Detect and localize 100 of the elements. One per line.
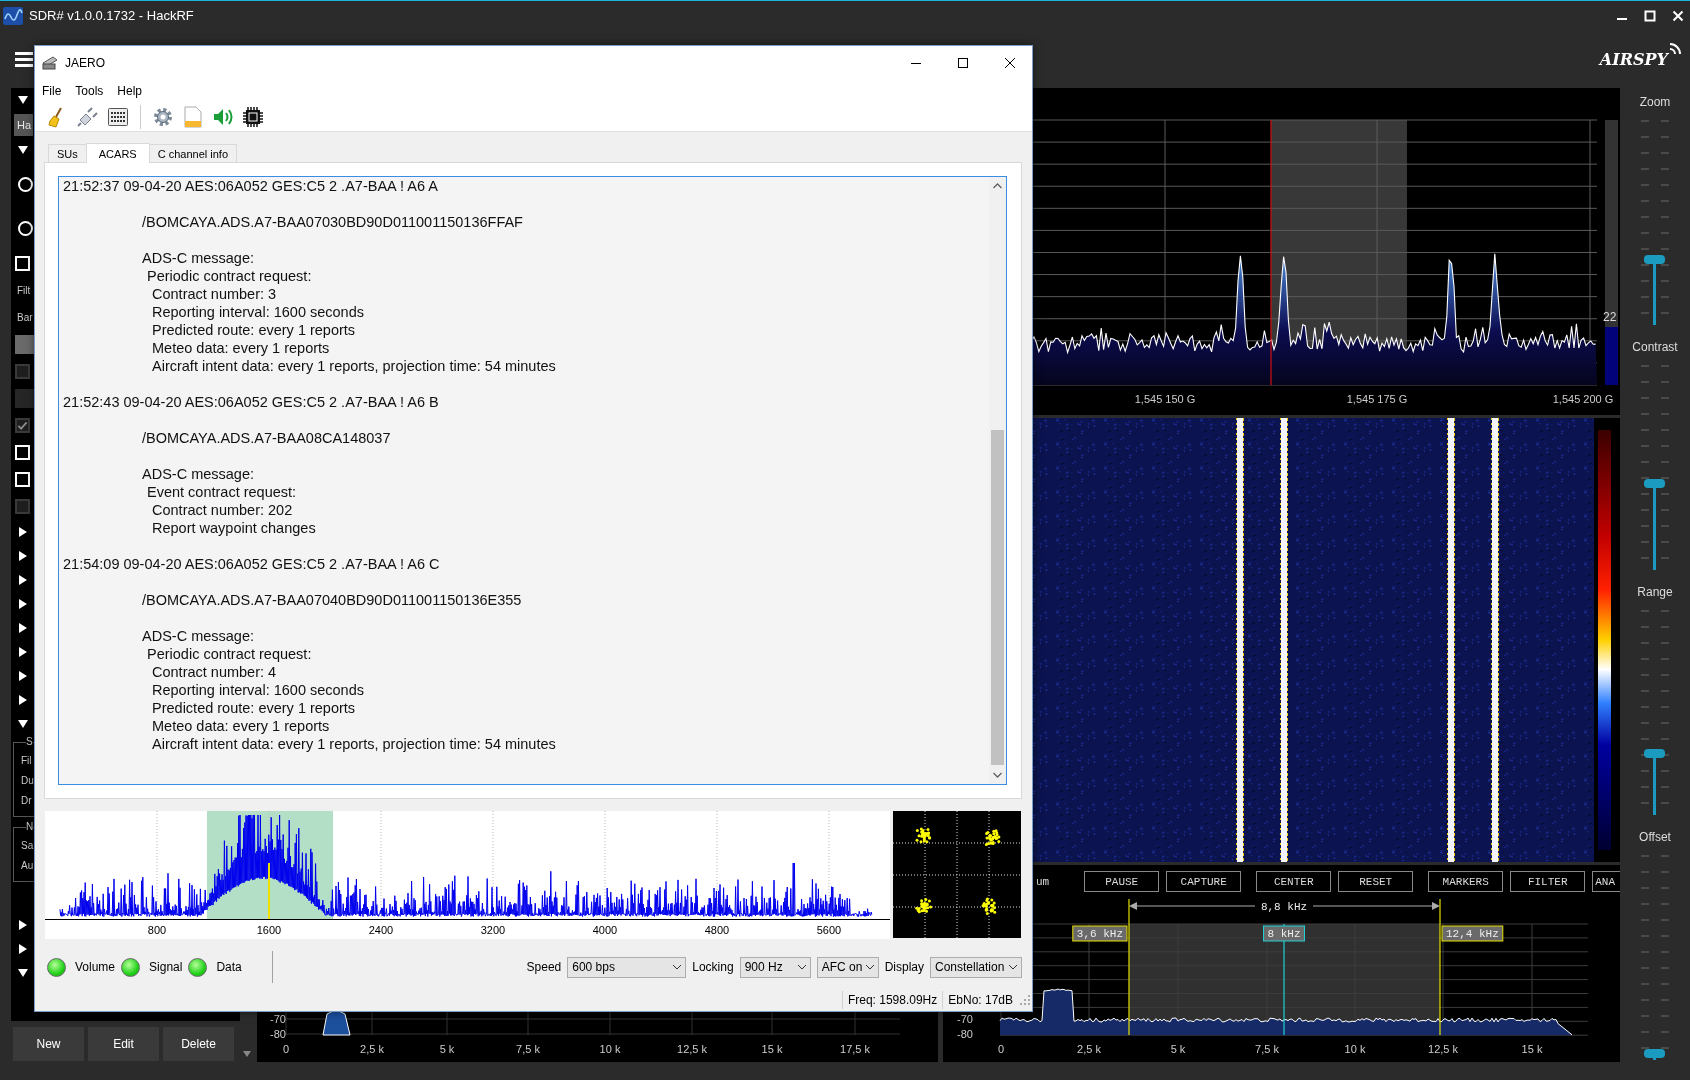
tab[interactable]: ACARS — [85, 143, 150, 163]
message-line: Contract number: 3 — [152, 285, 278, 303]
caret-right-icon[interactable] — [17, 694, 29, 706]
panel-button[interactable]: Delete — [163, 1027, 234, 1061]
message-line: Reporting interval: 1600 seconds — [152, 303, 365, 321]
settings-icon[interactable] — [152, 105, 174, 128]
menu-icon[interactable] — [15, 51, 33, 67]
setting-label: Display — [884, 960, 924, 974]
message-line: Meteo data: every 1 reports — [152, 339, 331, 357]
toolbar-button[interactable]: CAPTURE — [1166, 871, 1242, 892]
slider-thumb[interactable] — [1644, 478, 1665, 488]
axis-label: 1600 — [256, 924, 282, 936]
toolbar-button[interactable]: ANA — [1592, 871, 1620, 892]
setting-label: Sa — [21, 838, 35, 853]
slider-thumb[interactable] — [1644, 255, 1665, 265]
tab[interactable]: SUs — [48, 144, 87, 162]
axis-label: 10 k — [1344, 1043, 1366, 1055]
window-title: JAERO — [65, 56, 105, 70]
toolbar-button[interactable]: PAUSE — [1084, 871, 1160, 892]
caret-down-icon — [864, 964, 875, 970]
toolbar-button[interactable]: CENTER — [1256, 871, 1332, 892]
message-route: /BOMCAYA.ADS.A7-BAA08CA148037 — [142, 429, 392, 447]
resize-grip-icon — [1018, 993, 1032, 1007]
message-line: Periodic contract request: — [147, 645, 313, 663]
slider-label: Range — [1637, 584, 1673, 601]
message-header: 21:52:37 09-04-20 AES:06A052 GES:C5 2 .A7-BAA ! A6 A — [63, 177, 439, 195]
close-icon[interactable] — [1005, 58, 1015, 68]
setting-label: Bar — [16, 312, 33, 323]
scrollbar-thumb[interactable] — [991, 430, 1004, 765]
plug-icon[interactable] — [77, 105, 99, 128]
caret-down-icon[interactable] — [17, 967, 29, 979]
caret-down-icon[interactable] — [17, 718, 29, 730]
message-line: Periodic contract request: — [147, 267, 313, 285]
message-route: /BOMCAYA.ADS.A7-BAA07030BD90D011001150136FFAF — [142, 213, 524, 231]
scroll-down-icon[interactable] — [242, 1050, 252, 1058]
dropdown[interactable]: Constellation — [930, 956, 1022, 978]
maximize-icon[interactable] — [958, 58, 968, 68]
message-line: Contract number: 202 — [152, 501, 294, 519]
level-reading: 22 — [1603, 309, 1617, 324]
caret-right-icon[interactable] — [17, 670, 29, 682]
message-header: 21:52:43 09-04-20 AES:06A052 GES:C5 2 .A7-BAA ! A6 B — [63, 393, 440, 411]
printer-icon — [41, 55, 59, 71]
window-title: SDR# v1.0.0.1732 - HackRF — [29, 8, 194, 23]
axis-label: -70 — [270, 1013, 286, 1025]
caret-down-icon — [672, 964, 683, 970]
message-line: ADS-C message: — [142, 465, 255, 483]
text-field[interactable]: Ha — [14, 114, 33, 136]
caret-right-icon[interactable] — [17, 526, 29, 538]
marker-label: 8 kHz — [1263, 925, 1305, 942]
frequency-marker — [268, 862, 270, 920]
caret-right-icon[interactable] — [17, 550, 29, 562]
caret-down-icon[interactable] — [17, 144, 29, 156]
setting-label: Filt — [16, 285, 31, 296]
caret-right-icon[interactable] — [17, 943, 29, 955]
axis-label: 7,5 k — [516, 1043, 540, 1055]
marker-label: 12,4 kHz — [1441, 925, 1504, 942]
axis-label: 15 k — [761, 1043, 783, 1055]
menu-item[interactable]: Help — [110, 84, 150, 98]
tab[interactable]: C channel info — [148, 144, 237, 162]
toolbar-button[interactable]: FILTER — [1510, 871, 1586, 892]
slider-thumb[interactable] — [1644, 1049, 1665, 1059]
message-line: Aircraft intent data: every 1 reports, projection time: 54 minutes — [152, 735, 557, 753]
indicator-label: Volume — [75, 960, 116, 974]
binary-grid-icon[interactable] — [107, 105, 129, 128]
caret-right-icon[interactable] — [17, 646, 29, 658]
toolbar-button[interactable]: MARKERS — [1428, 871, 1504, 892]
axis-label: -80 — [270, 1028, 286, 1040]
panel-button[interactable]: New — [13, 1027, 84, 1061]
caret-right-icon[interactable] — [17, 574, 29, 586]
caret-right-icon[interactable] — [17, 598, 29, 610]
app-icon — [3, 6, 23, 25]
message-line: Contract number: 4 — [152, 663, 278, 681]
bandwidth-label: 8,8 kHz — [1260, 901, 1308, 913]
group-title: S — [26, 736, 33, 747]
axis-label: 2,5 k — [360, 1043, 384, 1055]
chip-icon[interactable] — [242, 105, 264, 128]
axis-label: 12,5 k — [677, 1043, 707, 1055]
status-text: Freq: 1598.09Hz — [841, 991, 943, 1009]
panel-button[interactable]: Edit — [88, 1027, 159, 1061]
toolbar-button[interactable]: RESET — [1338, 871, 1414, 892]
menu-item[interactable]: File — [35, 84, 69, 98]
caret-right-icon[interactable] — [17, 919, 29, 931]
slider-thumb[interactable] — [1644, 749, 1665, 759]
caret-down-icon[interactable] — [17, 94, 29, 106]
indicator-label: Data — [216, 960, 242, 974]
slider-label: Offset — [1639, 829, 1671, 846]
menu-item[interactable]: Tools — [68, 84, 111, 98]
axis-label: -70 — [957, 1013, 973, 1025]
message-route: /BOMCAYA.ADS.A7-BAA07040BD90D011001150136E355 — [142, 591, 523, 609]
axis-label: 4000 — [592, 924, 618, 936]
dropdown[interactable]: 900 Hz — [739, 956, 811, 978]
dropdown[interactable]: 600 bps — [567, 956, 687, 978]
frequency-label: 1,545 175 G — [1346, 393, 1408, 405]
axis-label: 0 — [997, 1043, 1005, 1055]
indicator-label: Signal — [149, 960, 183, 974]
axis-label: 5 k — [1170, 1043, 1186, 1055]
message-line: Reporting interval: 1600 seconds — [152, 681, 365, 699]
dropdown[interactable]: AFC on — [816, 956, 879, 978]
caret-right-icon[interactable] — [17, 622, 29, 634]
message-line: Report waypoint changes — [152, 519, 317, 537]
